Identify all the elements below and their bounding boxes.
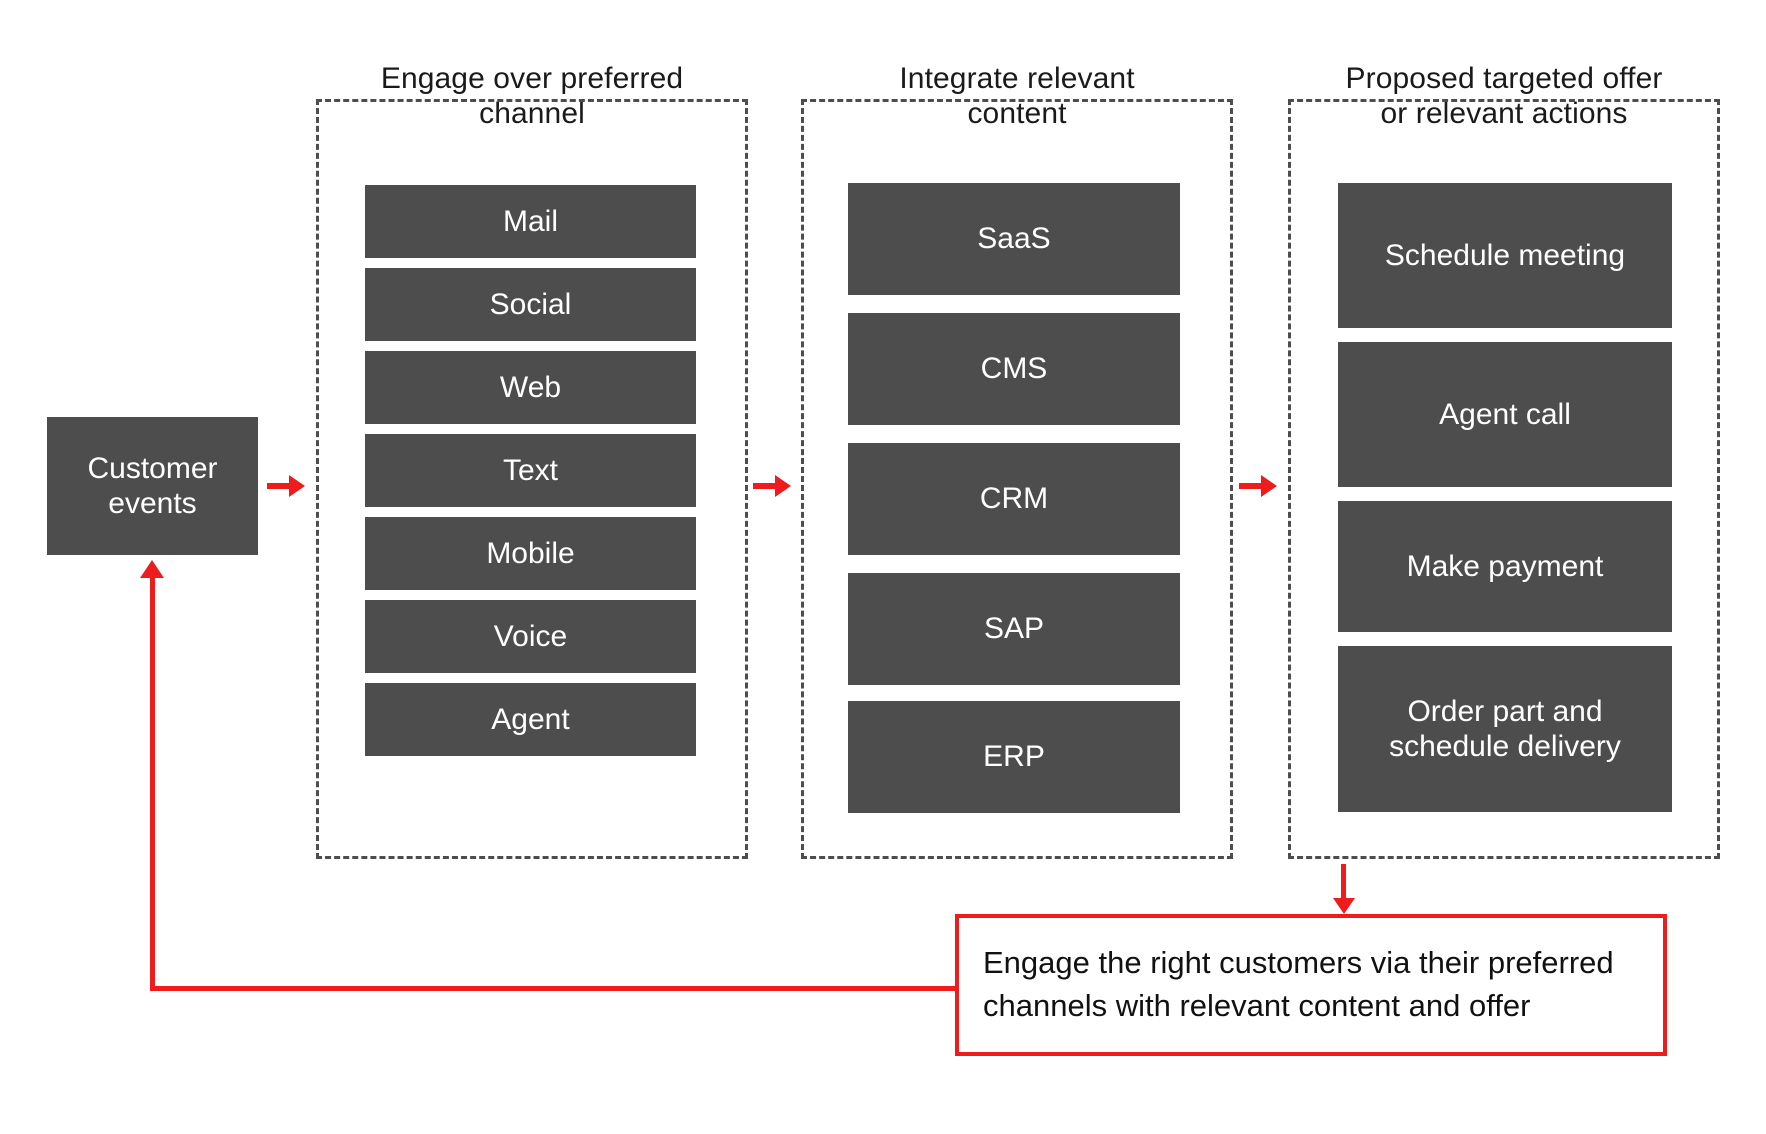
arrow-stage-2-to-stage-3 bbox=[1239, 483, 1273, 489]
arrow-source-to-stage-1 bbox=[267, 483, 301, 489]
stage-3-item-order-part-line-1: Order part and bbox=[1407, 694, 1603, 728]
callout-text: Engage the right customers via their pre… bbox=[983, 942, 1614, 1028]
stage-1-item-agent: Agent bbox=[365, 683, 696, 756]
stage-1-item-web: Web bbox=[365, 351, 696, 424]
stage-1-item-mobile: Mobile bbox=[365, 517, 696, 590]
stage-1-item-social: Social bbox=[365, 268, 696, 341]
customer-events-node: Customer events bbox=[47, 417, 258, 555]
feedback-loop-arrowhead-icon bbox=[140, 560, 164, 578]
customer-events-line-2: events bbox=[108, 487, 197, 520]
stage-2-item-crm: CRM bbox=[848, 443, 1180, 555]
stage-1-item-voice: Voice bbox=[365, 600, 696, 673]
arrow-stage-3-to-callout bbox=[1341, 864, 1346, 900]
stage-1-title-line-1: Engage over preferred bbox=[380, 62, 684, 95]
feedback-loop-vertical-line bbox=[150, 575, 155, 990]
stage-3-item-order-part-line-2: schedule delivery bbox=[1389, 730, 1621, 763]
diagram-canvas: Customer events Engage over preferred ch… bbox=[0, 0, 1766, 1134]
callout-text-line-2: channels with relevant content and offer bbox=[983, 988, 1531, 1023]
stage-2-item-sap: SAP bbox=[848, 573, 1180, 685]
stage-2-title-line-1: Integrate relevant bbox=[899, 62, 1135, 95]
stage-2-item-erp: ERP bbox=[848, 701, 1180, 813]
callout-text-line-1: Engage the right customers via their pre… bbox=[983, 945, 1614, 981]
callout-box: Engage the right customers via their pre… bbox=[955, 914, 1667, 1056]
stage-1-item-text: Text bbox=[365, 434, 696, 507]
stage-3-item-make-payment: Make payment bbox=[1338, 501, 1672, 632]
stage-3-item-order-part: Order part and schedule delivery bbox=[1338, 646, 1672, 812]
customer-events-line-1: Customer bbox=[87, 451, 218, 485]
feedback-loop-horizontal-line bbox=[150, 986, 958, 991]
stage-3-item-agent-call: Agent call bbox=[1338, 342, 1672, 487]
stage-2-item-cms: CMS bbox=[848, 313, 1180, 425]
arrow-stage-1-to-stage-2 bbox=[753, 483, 787, 489]
stage-2-item-saas: SaaS bbox=[848, 183, 1180, 295]
stage-3-title-line-1: Proposed targeted offer bbox=[1345, 62, 1663, 95]
stage-3-item-schedule-meeting: Schedule meeting bbox=[1338, 183, 1672, 328]
stage-1-item-mail: Mail bbox=[365, 185, 696, 258]
